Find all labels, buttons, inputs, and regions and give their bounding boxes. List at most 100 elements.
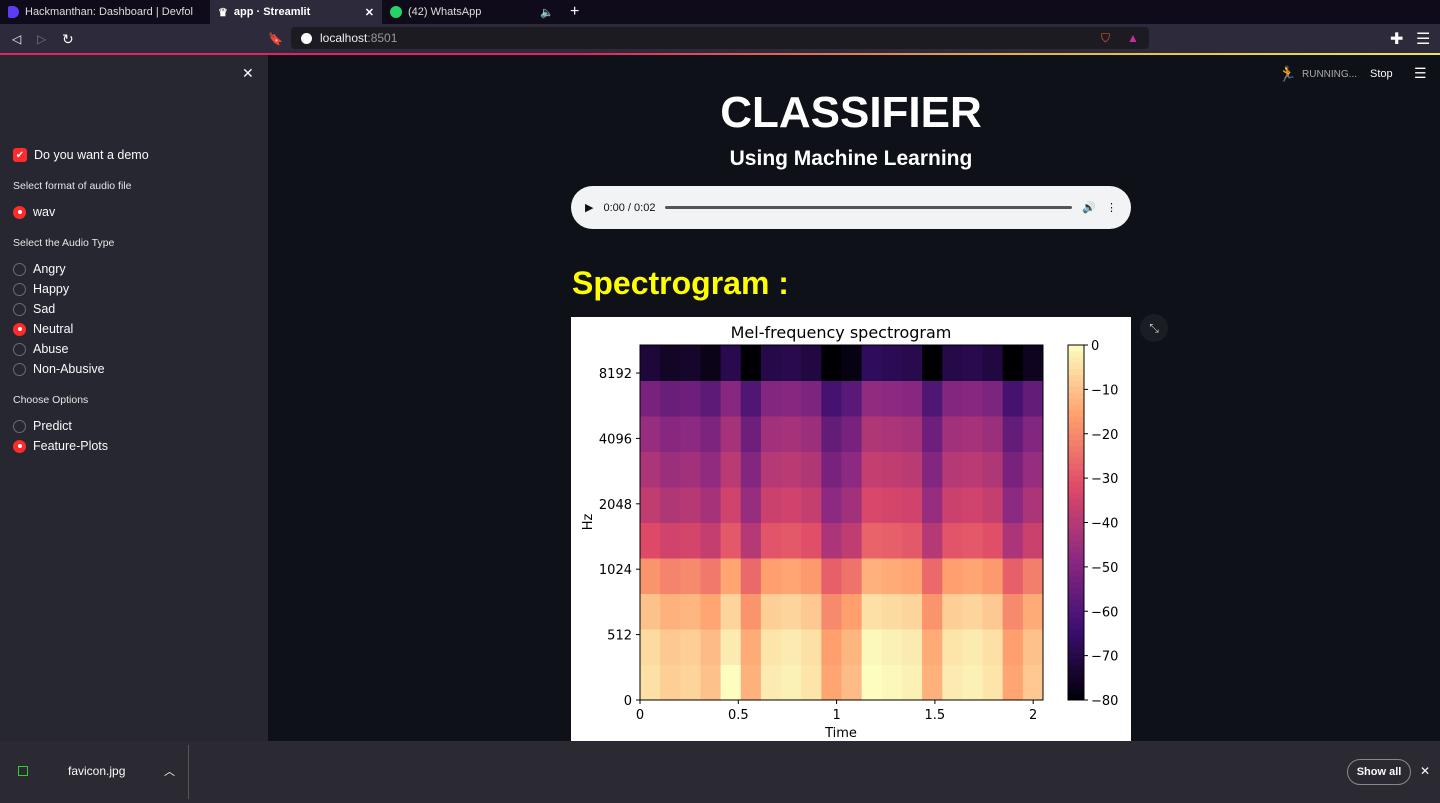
- heatmap-cell: [821, 345, 842, 381]
- heatmap-cell: [801, 558, 822, 594]
- heatmap-cell: [962, 629, 984, 665]
- colorbar-segment: [1068, 581, 1084, 589]
- heatmap-cell: [740, 487, 762, 523]
- x-tick-label: 2: [1029, 708, 1037, 723]
- reload-icon[interactable]: ↻: [62, 31, 74, 48]
- colorbar-segment: [1068, 345, 1084, 352]
- heatmap-cell: [1002, 664, 1024, 701]
- audio-player[interactable]: ▶ 0:00 / 0:02 🔊 ⋮: [571, 186, 1131, 229]
- brave-shield-icon[interactable]: ⛉: [1101, 31, 1110, 46]
- heatmap-cell: [700, 558, 722, 594]
- audio-seek-bar[interactable]: [665, 206, 1073, 209]
- heatmap-cell: [660, 522, 681, 559]
- heatmap-cell: [922, 487, 943, 523]
- heatmap-cell: [760, 345, 782, 381]
- heatmap-cell: [881, 664, 903, 701]
- colorbar-tick-label: −50: [1091, 561, 1118, 576]
- heatmap-cell: [881, 522, 903, 559]
- colorbar-segment: [1068, 410, 1084, 417]
- y-tick-label: 2048: [599, 498, 632, 513]
- heatmap-cell: [861, 558, 883, 594]
- radio-abuse[interactable]: Abuse: [13, 342, 68, 356]
- heatmap-cell: [740, 380, 762, 417]
- heatmap-cell: [901, 451, 923, 488]
- colorbar-segment: [1068, 439, 1084, 447]
- download-item[interactable]: favicon.jpg: [68, 764, 125, 778]
- radio-wav[interactable]: wav: [13, 205, 55, 219]
- colorbar-segment: [1068, 451, 1084, 458]
- play-icon[interactable]: ▶: [585, 201, 593, 214]
- heatmap-cell: [1022, 380, 1044, 417]
- app-menu-icon[interactable]: ☰: [1414, 65, 1427, 82]
- page-title: CLASSIFIER: [720, 88, 982, 137]
- radio-feature-plots[interactable]: Feature-Plots: [13, 439, 108, 453]
- heatmap-cell: [821, 451, 842, 488]
- radio-happy[interactable]: Happy: [13, 282, 69, 296]
- browser-menu-icon[interactable]: ☰: [1416, 29, 1430, 49]
- tab-hackmanthan[interactable]: Hackmanthan: Dashboard | Devfol: [0, 0, 210, 24]
- colorbar-segment: [1068, 634, 1084, 642]
- heatmap-cell: [640, 451, 661, 488]
- heatmap-cell: [821, 522, 842, 559]
- heatmap-cell: [640, 593, 661, 630]
- heatmap-cell: [982, 664, 1004, 701]
- radio-angry[interactable]: Angry: [13, 262, 66, 276]
- heatmap-cell: [881, 593, 903, 630]
- running-status: RUNNING...: [1302, 69, 1357, 80]
- heatmap-cell: [841, 416, 863, 452]
- demo-checkbox[interactable]: ✔ Do you want a demo: [13, 148, 149, 162]
- format-label: Select format of audio file: [13, 180, 132, 192]
- colorbar-segment: [1068, 492, 1084, 500]
- heatmap-cell: [942, 345, 963, 381]
- colorbar-segment: [1068, 522, 1084, 529]
- colorbar-segment: [1068, 664, 1084, 671]
- colorbar-segment: [1068, 457, 1084, 464]
- heatmap-cell: [962, 522, 984, 559]
- y-tick-label: 512: [607, 629, 632, 644]
- radio-sad[interactable]: Sad: [13, 302, 55, 316]
- heatmap-cell: [881, 380, 903, 417]
- heatmap-cell: [781, 451, 802, 488]
- heatmap-cell: [700, 593, 722, 630]
- heatmap-cell: [962, 487, 984, 523]
- heatmap-cell: [801, 487, 822, 523]
- colorbar-segment: [1068, 421, 1084, 429]
- stop-button[interactable]: Stop: [1370, 68, 1393, 80]
- tab-streamlit[interactable]: ♛ app · Streamlit ✕: [210, 0, 382, 24]
- close-sidebar-icon[interactable]: ✕: [242, 65, 254, 82]
- heatmap-cell: [942, 522, 963, 559]
- radio-non-abusive[interactable]: Non-Abusive: [13, 362, 105, 376]
- forward-icon[interactable]: ▷: [37, 32, 46, 46]
- heatmap-cell: [801, 664, 822, 701]
- heatmap-cell: [881, 629, 903, 665]
- url-bar[interactable]: localhost:8501 ⛉ ▲: [291, 27, 1149, 49]
- colorbar-segment: [1068, 658, 1084, 665]
- speaker-icon[interactable]: 🔈: [540, 6, 554, 19]
- heatmap-cell: [740, 451, 762, 488]
- heatmap-cell: [982, 522, 1004, 559]
- heatmap-cell: [660, 593, 681, 630]
- radio-predict[interactable]: Predict: [13, 419, 72, 433]
- heatmap-cell: [861, 522, 883, 559]
- more-options-icon[interactable]: ⋮: [1106, 201, 1117, 214]
- new-tab-button[interactable]: +: [570, 3, 579, 21]
- colorbar-segment: [1068, 599, 1084, 606]
- brave-rewards-icon[interactable]: ▲: [1127, 31, 1139, 45]
- tab-whatsapp[interactable]: (42) WhatsApp 🔈: [382, 0, 562, 24]
- chevron-up-icon[interactable]: ︿: [164, 763, 175, 779]
- colorbar-tick-label: −30: [1091, 472, 1118, 487]
- heatmap-cell: [720, 629, 742, 665]
- back-icon[interactable]: ◁: [12, 32, 21, 46]
- tab-bar: Hackmanthan: Dashboard | Devfol ♛ app · S…: [0, 0, 1440, 24]
- extensions-icon[interactable]: ✚: [1390, 29, 1403, 49]
- close-download-bar-icon[interactable]: ✕: [1420, 764, 1430, 778]
- radio-neutral[interactable]: Neutral: [13, 322, 73, 336]
- show-all-button[interactable]: Show all: [1347, 759, 1411, 785]
- colorbar-segment: [1068, 640, 1084, 648]
- choose-options-label: Choose Options: [13, 394, 89, 406]
- heatmap-cell: [781, 522, 802, 559]
- close-tab-icon[interactable]: ✕: [365, 6, 374, 19]
- volume-icon[interactable]: 🔊: [1082, 201, 1096, 214]
- fullscreen-icon[interactable]: ⤡: [1140, 314, 1168, 342]
- bookmark-icon[interactable]: 🔖: [268, 32, 283, 46]
